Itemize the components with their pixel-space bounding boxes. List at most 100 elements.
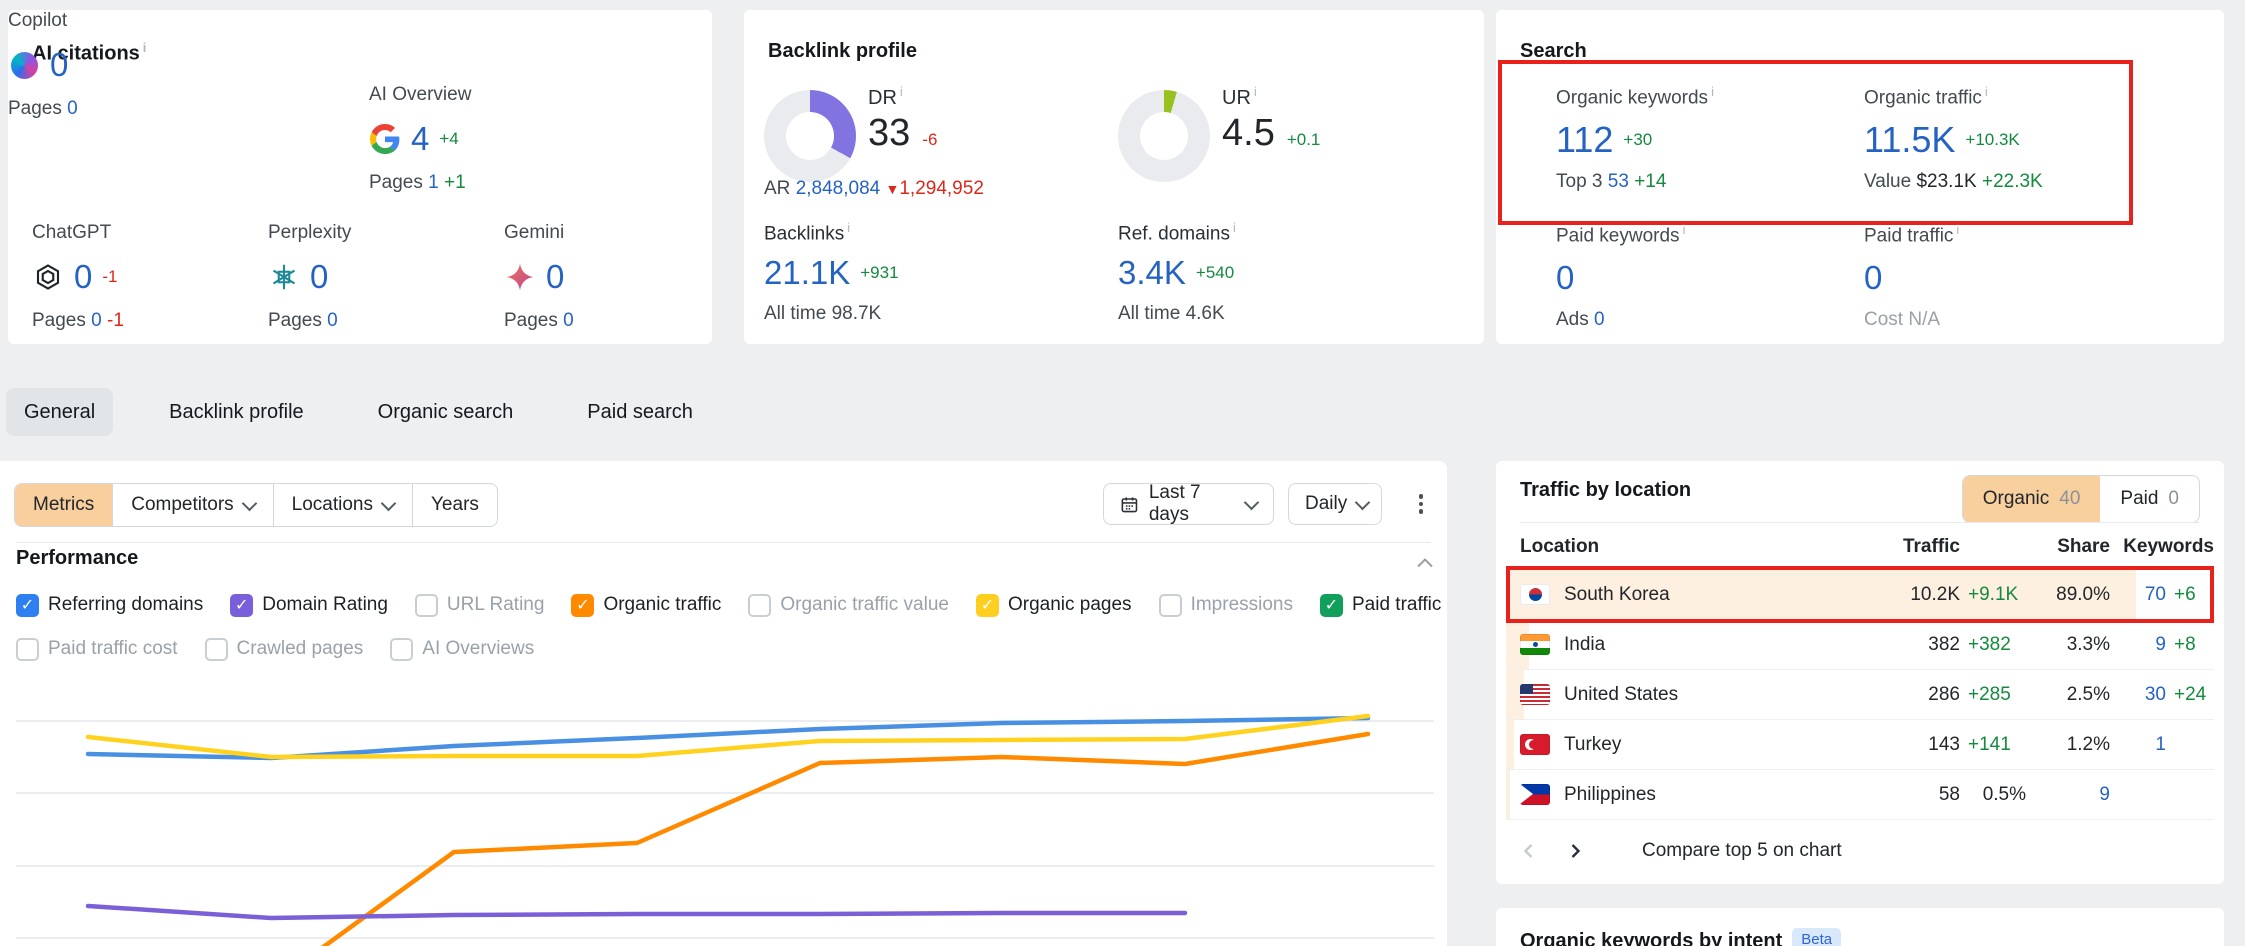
ar-row: AR 2,848,084 ▼1,294,952 <box>764 178 984 200</box>
ref-domains-value[interactable]: 3.4K <box>1118 254 1186 292</box>
beta-badge: Beta <box>1792 928 1841 946</box>
organic-keywords-label: Organic keywords <box>1556 87 1708 108</box>
metric-checkbox[interactable]: Organic pages <box>976 594 1132 617</box>
prev-page-button chevron-left-icon[interactable] <box>1520 842 1538 860</box>
info-icon[interactable]: i <box>1683 222 1686 237</box>
competitors-dropdown[interactable]: Competitors <box>112 484 272 526</box>
info-icon[interactable]: i <box>900 84 903 99</box>
ads-value[interactable]: 0 <box>1594 309 1605 330</box>
metric-checkbox[interactable]: Crawled pages <box>205 638 364 661</box>
metric-label: URL Rating <box>447 594 545 616</box>
backlinks-value[interactable]: 21.1K <box>764 254 850 292</box>
metric-checkbox[interactable]: Referring domains <box>16 594 203 617</box>
pages-value[interactable]: 0 <box>67 98 78 119</box>
cost-label: Cost <box>1864 309 1903 330</box>
table-header: Location Traffic Share Keywords <box>1506 533 2214 561</box>
ai-citations-delta: -1 <box>102 267 117 287</box>
country-flag-icon <box>1520 734 1550 755</box>
ar-label: AR <box>764 178 790 199</box>
ai-source-label: Perplexity <box>268 222 498 244</box>
date-range-picker[interactable]: Last 7 days <box>1103 483 1274 525</box>
country-flag-icon <box>1520 584 1550 605</box>
paid-count: 0 <box>2168 488 2179 510</box>
ai-source-label: Copilot <box>8 10 238 32</box>
checkbox-icon <box>205 638 228 661</box>
metric-checkbox[interactable]: Paid traffic <box>1320 594 1441 617</box>
backlinks-block: Backlinksi 21.1K +931 All time 98.7K <box>764 220 899 325</box>
years-button[interactable]: Years <box>412 484 497 526</box>
collapse-section-button[interactable] <box>1417 555 1433 573</box>
pages-value[interactable]: 0 <box>91 310 102 331</box>
organic-traffic-value[interactable]: 11.5K <box>1864 119 1955 161</box>
info-icon[interactable]: i <box>1711 84 1714 99</box>
triangle-down-icon: ▼ <box>886 181 900 197</box>
organic-keywords-value[interactable]: 112 <box>1556 119 1613 161</box>
paid-traffic-value[interactable]: 0 <box>1864 259 1882 297</box>
metric-checkbox[interactable]: Paid traffic cost <box>16 638 178 661</box>
metric-checkbox[interactable]: AI Overviews <box>390 638 534 661</box>
metric-checkbox[interactable]: Impressions <box>1159 594 1293 617</box>
traffic-value: 382 <box>1864 634 1960 656</box>
table-row[interactable]: Philippines 58 0.5% 9 <box>1506 770 2214 820</box>
ai-citation-item: Perplexity 0 <box>268 222 498 332</box>
ai-citation-item: AI Overview <box>369 84 599 194</box>
section-tab[interactable]: General <box>6 388 113 436</box>
metric-label: AI Overviews <box>422 638 534 660</box>
metric-checkbox[interactable]: Domain Rating <box>230 594 388 617</box>
keywords-value[interactable]: 9 <box>2110 634 2166 656</box>
organic-keywords-block: Organic keywordsi 112 +30 Top 3 53 +14 <box>1556 84 1714 193</box>
info-icon[interactable]: i <box>1254 84 1257 99</box>
dr-gauge <box>764 90 856 182</box>
divider <box>1520 522 2200 523</box>
keywords-value[interactable]: 9 <box>2026 784 2110 806</box>
section-tab[interactable]: Backlink profile <box>151 388 322 436</box>
section-tabs: General Backlink profile Organic search … <box>6 388 711 436</box>
ar-value[interactable]: 2,848,084 <box>796 178 881 199</box>
info-icon[interactable]: i <box>1956 222 1959 237</box>
keywords-value[interactable]: 1 <box>2110 734 2166 756</box>
metric-checkbox[interactable]: Organic traffic <box>571 594 721 617</box>
keywords-value[interactable]: 70 <box>2110 584 2166 606</box>
pages-value[interactable]: 0 <box>327 310 338 331</box>
metric-checkbox[interactable]: Organic traffic value <box>748 594 949 617</box>
pages-label: Pages <box>32 310 86 331</box>
ur-gauge <box>1118 90 1210 182</box>
table-row[interactable]: South Korea 10.2K +9.1K 89.0% 70 +6 <box>1506 570 2214 620</box>
table-row[interactable]: United States 286 +285 2.5% 30 +24 <box>1506 670 2214 720</box>
table-row[interactable]: Turkey 143 +141 1.2% 1 <box>1506 720 2214 770</box>
section-tab[interactable]: Paid search <box>569 388 711 436</box>
location-name: Turkey <box>1564 734 1621 756</box>
granularity-dropdown[interactable]: Daily <box>1288 483 1382 525</box>
section-tab[interactable]: Organic search <box>360 388 532 436</box>
organic-toggle[interactable]: Organic 40 <box>1963 476 2101 522</box>
pages-label: Pages <box>504 310 558 331</box>
table-pagination: Compare top 5 on chart <box>1520 831 1842 871</box>
info-icon[interactable]: i <box>1233 220 1236 235</box>
ar-delta: ▼1,294,952 <box>886 178 984 199</box>
top3-value[interactable]: 53 <box>1608 171 1629 192</box>
traffic-value: 286 <box>1864 684 1960 706</box>
more-options-button[interactable] <box>1408 491 1434 517</box>
paid-toggle[interactable]: Paid 0 <box>2100 476 2199 522</box>
pages-value[interactable]: 0 <box>563 310 574 331</box>
ref-domains-label: Ref. domains <box>1118 223 1230 244</box>
metric-checkbox[interactable]: URL Rating <box>415 594 545 617</box>
keywords-value[interactable]: 30 <box>2110 684 2166 706</box>
info-icon[interactable]: i <box>1985 84 1988 99</box>
next-page-button chevron-right-icon[interactable] <box>1566 842 1584 860</box>
country-flag-icon <box>1520 784 1550 805</box>
traffic-delta: +285 <box>1960 684 2026 706</box>
info-icon[interactable]: i <box>847 220 850 235</box>
metrics-button[interactable]: Metrics <box>15 484 112 526</box>
pages-value[interactable]: 1 <box>428 172 439 193</box>
locations-dropdown[interactable]: Locations <box>273 484 412 526</box>
table-row[interactable]: India 382 +382 3.3% 9 +8 <box>1506 620 2214 670</box>
chevron-down-icon <box>241 495 257 511</box>
country-flag-icon <box>1520 684 1550 705</box>
paid-keywords-value[interactable]: 0 <box>1556 259 1574 297</box>
tab-label: General <box>24 401 95 423</box>
checkbox-icon <box>976 594 999 617</box>
divider <box>16 542 1431 543</box>
compare-top5-link[interactable]: Compare top 5 on chart <box>1642 840 1842 862</box>
ai-citation-item: Gemini <box>504 222 734 332</box>
